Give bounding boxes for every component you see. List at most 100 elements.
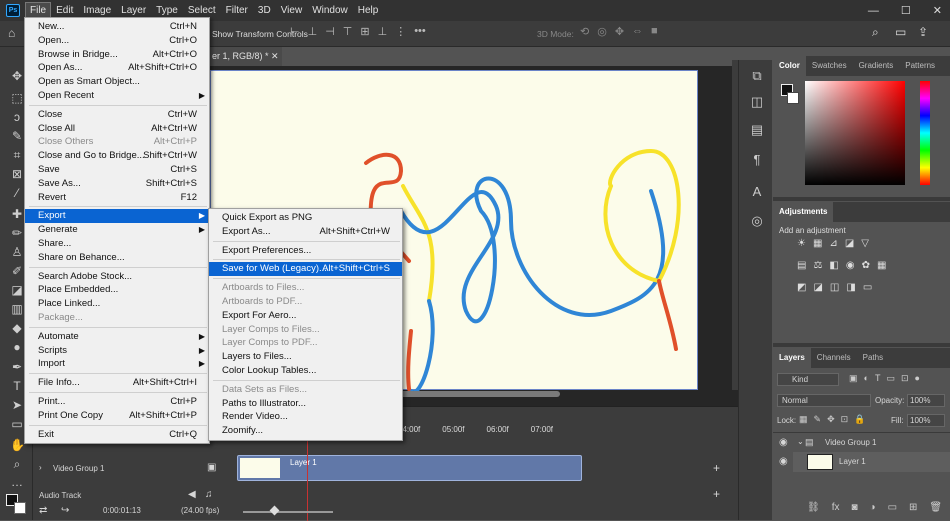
- export-menu-item-export-for-aero[interactable]: Export For Aero...: [209, 309, 402, 323]
- maximize-icon[interactable]: ☐: [901, 4, 911, 17]
- lasso-tool-icon[interactable]: ↄ: [10, 110, 24, 124]
- layer-mask-icon[interactable]: ◙: [851, 502, 857, 513]
- file-menu-item-file-info[interactable]: File Info... Alt+Shift+Ctrl+I: [25, 376, 209, 390]
- layer-filter-select[interactable]: Kind: [777, 373, 839, 386]
- tab-swatches[interactable]: Swatches: [806, 56, 853, 76]
- pen-tool-icon[interactable]: ✒: [10, 360, 24, 374]
- share-icon[interactable]: ⇪: [918, 25, 928, 39]
- slide-icon[interactable]: ⇔: [632, 25, 643, 38]
- color-balance-icon[interactable]: ⚖: [813, 260, 822, 271]
- levels-icon[interactable]: ▦: [813, 238, 822, 249]
- align-bottom-icon[interactable]: ⊥: [378, 25, 388, 38]
- opacity-input[interactable]: 100%: [907, 394, 945, 407]
- quick-select-tool-icon[interactable]: ✎: [10, 129, 24, 143]
- file-menu-item-close-and-go-to-bridge[interactable]: Close and Go to Bridge... Shift+Ctrl+W: [25, 149, 209, 163]
- color-lookup-icon[interactable]: ▦: [877, 260, 886, 271]
- marquee-tool-icon[interactable]: ⬚: [10, 91, 24, 105]
- layer-row-layer-1[interactable]: ◉ Layer 1: [779, 452, 950, 472]
- hue-saturation-icon[interactable]: ▤: [797, 260, 806, 271]
- frame-tool-icon[interactable]: ⊠: [10, 167, 24, 181]
- close-icon[interactable]: ✕: [933, 4, 942, 17]
- lock-position-icon[interactable]: ✥: [827, 414, 835, 425]
- file-menu-item-open[interactable]: Open... Ctrl+O: [25, 34, 209, 48]
- align-middle-icon[interactable]: ⊞: [360, 25, 369, 38]
- gradient-map-icon[interactable]: ▭: [863, 282, 872, 293]
- posterize-icon[interactable]: ◪: [813, 282, 822, 293]
- file-menu-item-browse-in-bridge[interactable]: Browse in Bridge... Alt+Ctrl+O: [25, 48, 209, 62]
- expand-chevron-icon[interactable]: ⌄: [797, 437, 804, 446]
- more-icon[interactable]: •••: [414, 25, 426, 38]
- home-icon[interactable]: ⌂: [8, 26, 15, 40]
- file-menu-item-share[interactable]: Share...: [25, 237, 209, 251]
- export-menu-item-export-preferences[interactable]: Export Preferences...: [209, 244, 402, 258]
- tab-patterns[interactable]: Patterns: [899, 56, 941, 76]
- delete-layer-icon[interactable]: 🗑: [929, 502, 942, 513]
- history-brush-icon[interactable]: ✐: [10, 264, 24, 278]
- export-menu-item-quick-export-as-png[interactable]: Quick Export as PNG: [209, 211, 402, 225]
- fill-input[interactable]: 100%: [907, 414, 945, 427]
- align-right-icon[interactable]: ⊣: [325, 25, 335, 38]
- pan-icon[interactable]: ✥: [615, 25, 624, 38]
- file-menu-item-automate[interactable]: Automate ▶: [25, 330, 209, 344]
- menu-file[interactable]: File: [24, 2, 52, 19]
- menu-layer[interactable]: Layer: [117, 3, 150, 18]
- export-menu-item-render-video[interactable]: Render Video...: [209, 410, 402, 424]
- file-menu-item-save[interactable]: Save Ctrl+S: [25, 163, 209, 177]
- audio-note-icon[interactable]: ♫: [205, 489, 213, 500]
- align-left-icon[interactable]: ⊢: [290, 25, 300, 38]
- convert-icon[interactable]: ↪: [61, 505, 69, 516]
- file-menu-item-print-one-copy[interactable]: Print One Copy Alt+Shift+Ctrl+P: [25, 409, 209, 423]
- file-menu-item-close[interactable]: Close Ctrl+W: [25, 108, 209, 122]
- file-menu-item-exit[interactable]: Exit Ctrl+Q: [25, 428, 209, 442]
- tab-channels[interactable]: Channels: [811, 348, 857, 368]
- zoom-tool-icon[interactable]: ⌕: [10, 457, 24, 471]
- menu-image[interactable]: Image: [79, 3, 115, 18]
- workspace-icon[interactable]: ▭: [895, 25, 906, 39]
- file-menu-item-share-on-behance[interactable]: Share on Behance...: [25, 251, 209, 265]
- file-menu-item-open-as-smart-object[interactable]: Open as Smart Object...: [25, 75, 209, 89]
- properties-icon[interactable]: ◫: [749, 94, 765, 110]
- vibrance-icon[interactable]: ▽: [861, 238, 869, 249]
- menu-3d[interactable]: 3D: [254, 3, 275, 18]
- glyphs-icon[interactable]: A: [749, 184, 765, 200]
- filter-adjustment-icon[interactable]: ◐: [864, 373, 869, 384]
- add-media-icon[interactable]: +: [713, 461, 720, 475]
- threshold-icon[interactable]: ◫: [830, 282, 839, 293]
- distribute-icon[interactable]: ⋮: [395, 25, 406, 38]
- brush-tool-icon[interactable]: ✏: [10, 226, 24, 240]
- file-menu-item-close-all[interactable]: Close All Alt+Ctrl+W: [25, 122, 209, 136]
- orbit-icon[interactable]: ⟲: [580, 25, 589, 38]
- file-menu-item-place-linked[interactable]: Place Linked...: [25, 297, 209, 311]
- layer-row-video-group[interactable]: ◉ ⌄ ▤ Video Group 1: [773, 432, 950, 452]
- add-audio-icon[interactable]: +: [713, 487, 720, 501]
- export-menu-item-zoomify[interactable]: Zoomify...: [209, 424, 402, 438]
- color-background-swatch[interactable]: [787, 92, 799, 104]
- crop-tool-icon[interactable]: ⌗: [10, 148, 24, 162]
- file-menu-item-generate[interactable]: Generate ▶: [25, 223, 209, 237]
- eyedropper-tool-icon[interactable]: ⁄: [10, 186, 24, 200]
- align-top-icon[interactable]: ⊤: [343, 25, 353, 38]
- file-menu-item-search-adobe-stock[interactable]: Search Adobe Stock...: [25, 270, 209, 284]
- hue-slider[interactable]: [920, 81, 930, 185]
- new-layer-icon[interactable]: ⊞: [909, 502, 917, 513]
- brightness-icon[interactable]: ☀: [797, 238, 806, 249]
- export-menu-item-save-for-web-legacy[interactable]: Save for Web (Legacy)... Alt+Shift+Ctrl+S: [209, 262, 402, 277]
- menu-edit[interactable]: Edit: [52, 3, 77, 18]
- file-menu-item-save-as[interactable]: Save As... Shift+Ctrl+S: [25, 177, 209, 191]
- tab-color[interactable]: Color: [773, 56, 806, 76]
- dodge-tool-icon[interactable]: ●: [10, 340, 24, 354]
- blend-mode-select[interactable]: Normal: [777, 394, 871, 407]
- horizontal-scrollbar[interactable]: [400, 391, 560, 397]
- file-menu-item-new[interactable]: New... Ctrl+N: [25, 20, 209, 34]
- filter-smart-icon[interactable]: ⊡: [901, 373, 909, 384]
- tab-gradients[interactable]: Gradients: [853, 56, 900, 76]
- menu-filter[interactable]: Filter: [222, 3, 252, 18]
- align-center-icon[interactable]: ⊥: [308, 25, 318, 38]
- menu-view[interactable]: View: [277, 3, 307, 18]
- channel-mixer-icon[interactable]: ✿: [862, 260, 870, 271]
- tab-adjustments[interactable]: Adjustments: [773, 202, 834, 222]
- zoom-slider-thumb[interactable]: [269, 505, 280, 516]
- file-menu-item-scripts[interactable]: Scripts ▶: [25, 344, 209, 358]
- menu-type[interactable]: Type: [152, 3, 182, 18]
- path-select-tool-icon[interactable]: ➤: [10, 398, 24, 412]
